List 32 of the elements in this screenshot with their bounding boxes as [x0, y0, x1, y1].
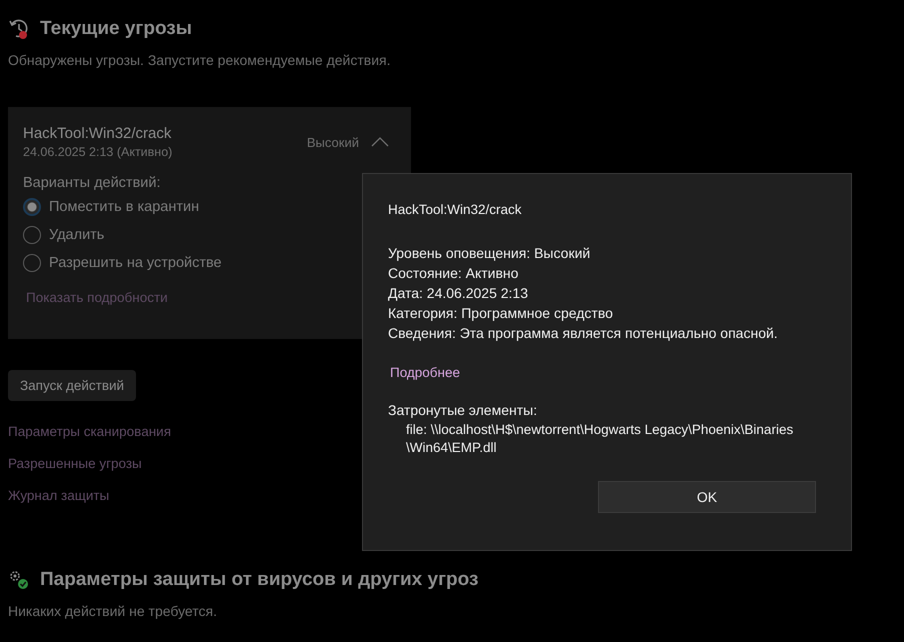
gears-icon [8, 569, 30, 591]
detail-line: Уровень оповещения: Высокий [388, 244, 592, 263]
section-subtitle: Никаких действий не требуется. [8, 603, 218, 619]
dialog-title: HackTool:Win32/crack [388, 202, 523, 217]
file-path: file: \\localhost\H$\newtorrent\Hogwarts Legacy\Phoenix\Binaries [406, 421, 794, 439]
section-title: Параметры защиты от вирусов и других угроз [40, 569, 478, 591]
actions-label: Варианты действий: [23, 175, 162, 191]
ok-button[interactable]: OK [598, 481, 816, 513]
threat-date: 24.06.2025 2:13 (Активно) [23, 145, 174, 159]
clock-warning-icon [8, 18, 30, 40]
learn-more-link[interactable]: Подробнее [390, 365, 460, 380]
threat-name: HackTool:Win32/crack [23, 125, 172, 142]
radio-button[interactable] [23, 254, 41, 272]
settings-link[interactable]: Журнал защиты [8, 488, 110, 503]
radio-button[interactable] [23, 198, 41, 216]
detail-line: Сведения: Эта программа является потенциально опасной. [388, 324, 779, 343]
radio-label: Разрешить на устройстве [49, 255, 222, 271]
section-subtitle: Обнаружены угрозы. Запустите рекомендуемые действия. [8, 52, 392, 68]
start-actions-button[interactable]: Запуск действий [8, 370, 136, 401]
section-title: Текущие угрозы [40, 18, 192, 40]
radio-label: Удалить [49, 227, 104, 243]
affected-label: Затронутые элементы: [388, 402, 538, 418]
severity-label: Высокий [306, 134, 359, 150]
detail-line: Дата: 24.06.2025 2:13 [388, 284, 529, 303]
chevron-icon[interactable] [371, 137, 389, 147]
file-path: \Win64\EMP.dll [406, 439, 498, 457]
settings-link[interactable]: Параметры сканирования [8, 424, 172, 439]
settings-link[interactable]: Разрешенные угрозы [8, 456, 142, 471]
radio-label: Поместить в карантин [49, 199, 200, 215]
detail-line: Состояние: Активно [388, 264, 520, 283]
radio-button[interactable] [23, 226, 41, 244]
detail-line: Категория: Программное средство [388, 304, 614, 323]
